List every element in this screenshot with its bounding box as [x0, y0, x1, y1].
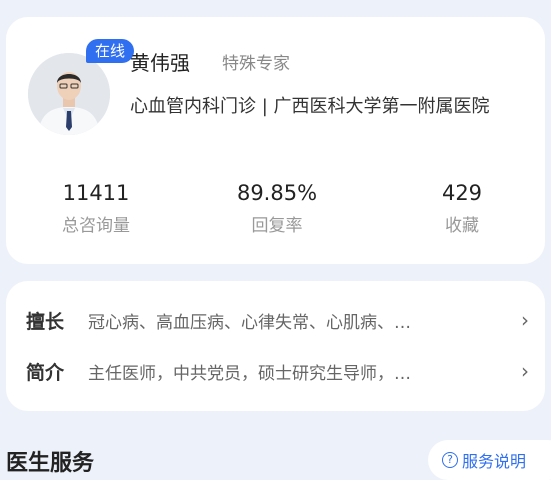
specialty-row[interactable]: 擅长 冠心病、高血压病、心律失常、心肌病、… ›	[26, 305, 529, 335]
specialty-text: 冠心病、高血压病、心律失常、心肌病、…	[88, 312, 411, 333]
bio-text: 主任医师，中共党员，硕士研究生导师，…	[88, 363, 411, 384]
stat-reply-rate: 89.85% 回复率	[202, 181, 352, 236]
stat-value: 11411	[62, 181, 130, 205]
chevron-right-icon: ›	[521, 359, 529, 383]
stat-label: 收藏	[445, 216, 479, 236]
service-info-label: 服务说明	[462, 452, 527, 471]
stat-value: 89.85%	[236, 181, 318, 205]
stat-label: 总咨询量	[62, 216, 130, 236]
doctor-intro-card: 擅长 冠心病、高血压病、心律失常、心肌病、… › 简介 主任医师，中共党员，硕士…	[6, 281, 545, 411]
online-status-badge: 在线	[86, 39, 135, 63]
doctor-avatar[interactable]	[28, 53, 110, 135]
stat-value: 429	[441, 181, 483, 205]
question-circle-icon: ?	[442, 452, 458, 468]
doctor-profile-card: 在线 黄伟强 特殊专家 心血管内科门诊 | 广西医科大学第一附属医院 11411…	[6, 17, 545, 264]
doctor-title: 特殊专家	[222, 54, 290, 74]
stat-label: 回复率	[251, 216, 303, 236]
bio-row[interactable]: 简介 主任医师，中共党员，硕士研究生导师，… ›	[26, 356, 529, 386]
doctor-photo	[28, 53, 110, 135]
stat-favorites[interactable]: 429 收藏	[387, 181, 537, 236]
doctor-department: 心血管内科门诊 | 广西医科大学第一附属医院	[130, 96, 490, 117]
specialty-label: 擅长	[26, 310, 65, 333]
doctor-name: 黄伟强	[130, 51, 190, 75]
services-section-title: 医生服务	[6, 451, 95, 476]
service-info-button[interactable]: ? 服务说明	[428, 440, 551, 480]
bio-label: 简介	[26, 361, 65, 384]
chevron-right-icon: ›	[521, 308, 529, 332]
stat-consultations: 11411 总咨询量	[21, 181, 171, 236]
